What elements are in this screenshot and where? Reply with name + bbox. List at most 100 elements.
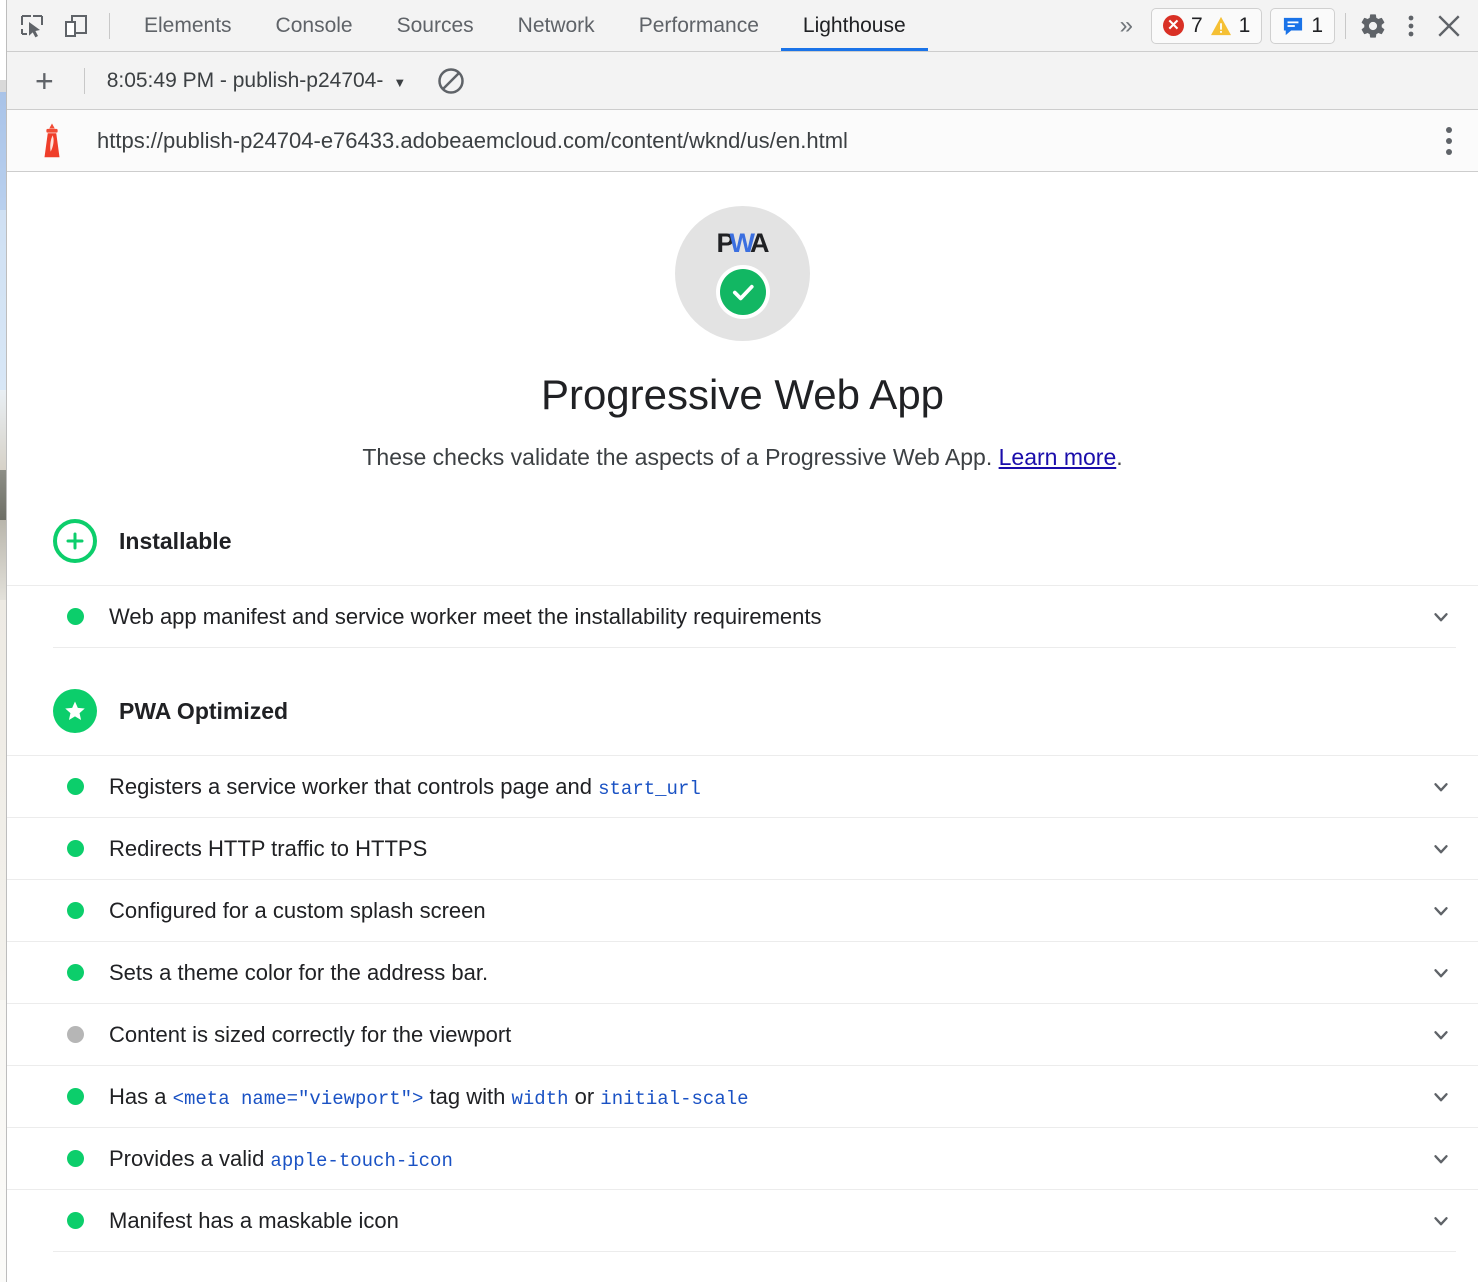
pwa-wordmark: PWA <box>717 228 769 259</box>
audit-title: Content is sized correctly for the viewp… <box>109 1022 511 1048</box>
tab-console[interactable]: Console <box>254 0 375 51</box>
tab-network[interactable]: Network <box>496 0 617 51</box>
report-selector-label: 8:05:49 PM - publish-p24704- <box>107 69 384 92</box>
section-title: Installable <box>119 528 231 555</box>
audit-title: Configured for a custom splash screen <box>109 898 486 924</box>
toolbar-separator <box>109 13 110 39</box>
section-header: PWA Optimized <box>7 675 1478 747</box>
audit-row[interactable]: Content is sized correctly for the viewp… <box>7 1003 1478 1065</box>
tab-performance[interactable]: Performance <box>617 0 781 51</box>
dot <box>1446 138 1452 144</box>
chevron-down-icon[interactable] <box>1428 1146 1454 1172</box>
tab-label: Network <box>518 14 595 38</box>
tab-label: Lighthouse <box>803 14 906 38</box>
subtitle-text: These checks validate the aspects of a P… <box>362 444 998 470</box>
devtools-panel: Elements Console Sources Network Perform… <box>7 0 1478 1282</box>
audit-title: Provides a valid apple-touch-icon <box>109 1146 453 1172</box>
audit-title: Sets a theme color for the address bar. <box>109 960 488 986</box>
status-dot-pass <box>67 902 84 919</box>
inspect-element-icon[interactable] <box>15 9 49 43</box>
check-circle-icon <box>720 269 766 315</box>
section-spacer <box>7 647 1478 675</box>
tab-elements[interactable]: Elements <box>122 0 254 51</box>
chevron-down-icon[interactable] <box>1428 898 1454 924</box>
section-pwa-optimized: PWA Optimized Registers a service worker… <box>7 675 1478 1251</box>
tabbar-left-icons <box>7 0 122 51</box>
messages-badge[interactable]: 1 <box>1270 8 1335 44</box>
audit-row[interactable]: Sets a theme color for the address bar. <box>7 941 1478 1003</box>
report-selector[interactable]: 8:05:49 PM - publish-p24704-▼ <box>107 69 407 93</box>
audit-list: Registers a service worker that controls… <box>7 755 1478 1251</box>
chevron-down-icon[interactable] <box>1428 1022 1454 1048</box>
lighthouse-icon <box>37 122 67 160</box>
star-circle-icon <box>53 689 97 733</box>
tab-label: Console <box>276 14 353 38</box>
audit-text-part: or <box>569 1084 601 1109</box>
audit-code-part: start_url <box>598 778 701 800</box>
chevron-double-right-icon[interactable]: » <box>1108 12 1143 40</box>
more-vertical-icon[interactable] <box>1438 119 1460 163</box>
warning-icon <box>1210 16 1232 36</box>
audit-title: Web app manifest and service worker meet… <box>109 604 821 630</box>
clear-prohibited-icon[interactable] <box>436 66 466 96</box>
lighthouse-report: PWA Progressive Web App These checks val… <box>7 172 1478 1251</box>
status-dot-pass <box>67 1088 84 1105</box>
status-dot-pass <box>67 840 84 857</box>
audit-row[interactable]: Configured for a custom splash screen <box>7 879 1478 941</box>
chevron-down-icon[interactable] <box>1428 836 1454 862</box>
chevron-down-icon[interactable] <box>1428 1208 1454 1234</box>
status-dot-pass <box>67 778 84 795</box>
audit-row[interactable]: Has a <meta name="viewport"> tag with wi… <box>7 1065 1478 1127</box>
close-icon[interactable] <box>1432 9 1466 43</box>
chevron-down-icon[interactable] <box>1428 960 1454 986</box>
audit-title: Has a <meta name="viewport"> tag with wi… <box>109 1084 749 1110</box>
panel-tabs: Elements Console Sources Network Perform… <box>122 0 928 51</box>
audit-title: Manifest has a maskable icon <box>109 1208 399 1234</box>
audit-code-part: initial-scale <box>600 1088 748 1110</box>
devtools-window: Elements Console Sources Network Perform… <box>0 0 1478 1282</box>
new-report-button[interactable]: + <box>29 65 60 97</box>
chevron-down-icon[interactable] <box>1428 604 1454 630</box>
section-title: PWA Optimized <box>119 698 288 725</box>
subbar-separator <box>84 68 85 94</box>
gear-icon[interactable] <box>1356 9 1390 43</box>
device-toolbar-icon[interactable] <box>59 9 93 43</box>
issues-badge[interactable]: ✕ 7 1 <box>1151 8 1262 44</box>
audit-text-part: Registers a service worker that controls… <box>109 774 598 799</box>
chevron-down-icon[interactable] <box>1428 1084 1454 1110</box>
pwa-badge: PWA <box>675 206 810 341</box>
audit-text-part: Configured for a custom splash screen <box>109 898 486 923</box>
report-hero: PWA Progressive Web App These checks val… <box>7 172 1478 471</box>
more-vertical-icon[interactable] <box>1394 9 1428 43</box>
chevron-down-icon[interactable] <box>1428 774 1454 800</box>
report-url: https://publish-p24704-e76433.adobeaemcl… <box>97 128 848 154</box>
section-header: Installable <box>7 505 1478 577</box>
audit-text-part: Sets a theme color for the address bar. <box>109 960 488 985</box>
audit-row[interactable]: Registers a service worker that controls… <box>7 755 1478 817</box>
audit-title: Registers a service worker that controls… <box>109 774 701 800</box>
error-icon: ✕ <box>1163 15 1184 36</box>
audit-row[interactable]: Redirects HTTP traffic to HTTPS <box>7 817 1478 879</box>
audit-text-part: Has a <box>109 1084 173 1109</box>
tab-label: Elements <box>144 14 232 38</box>
audit-sections: Installable Web app manifest and service… <box>7 505 1478 1251</box>
audit-row[interactable]: Provides a valid apple-touch-icon <box>7 1127 1478 1189</box>
audit-text-part: Content is sized correctly for the viewp… <box>109 1022 511 1047</box>
audit-title: Redirects HTTP traffic to HTTPS <box>109 836 427 862</box>
audit-text-part: tag with <box>423 1084 511 1109</box>
tab-lighthouse[interactable]: Lighthouse <box>781 0 928 51</box>
section-installable: Installable Web app manifest and service… <box>7 505 1478 647</box>
status-dot-pass <box>67 964 84 981</box>
status-dot-pass <box>67 1150 84 1167</box>
devtools-tabbar: Elements Console Sources Network Perform… <box>7 0 1478 52</box>
report-url-bar: https://publish-p24704-e76433.adobeaemcl… <box>7 110 1478 172</box>
toolbar-separator <box>1345 13 1346 39</box>
error-count: 7 <box>1191 14 1203 38</box>
audit-row[interactable]: Manifest has a maskable icon <box>7 1189 1478 1251</box>
learn-more-link[interactable]: Learn more <box>999 444 1117 470</box>
pwa-letter-a: A <box>750 228 769 259</box>
audit-row[interactable]: Web app manifest and service worker meet… <box>7 585 1478 647</box>
message-count: 1 <box>1311 14 1323 38</box>
subtitle-period: . <box>1116 444 1122 470</box>
tab-sources[interactable]: Sources <box>375 0 496 51</box>
